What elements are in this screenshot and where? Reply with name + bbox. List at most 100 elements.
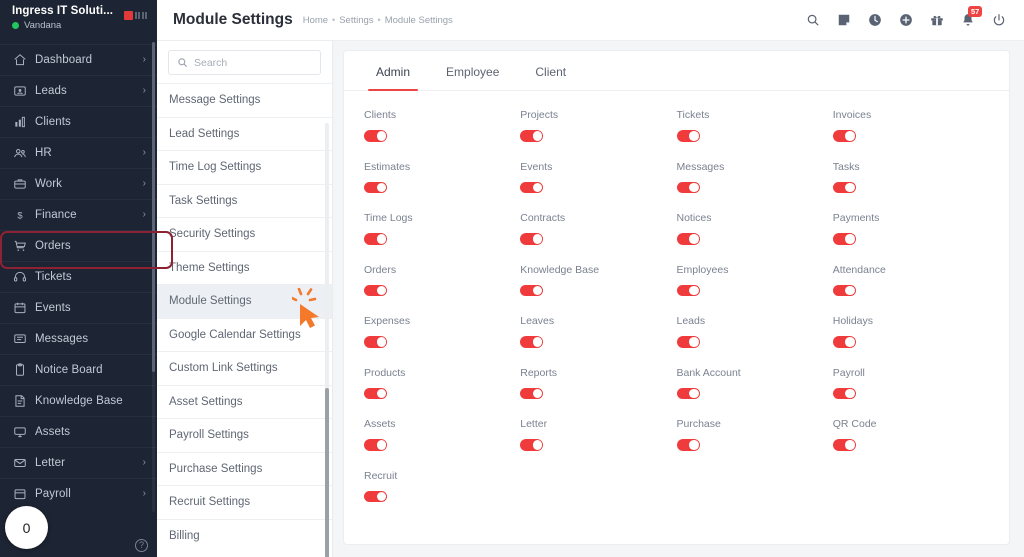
module-toggle-time-logs[interactable] xyxy=(364,233,387,245)
gift-icon[interactable] xyxy=(930,13,944,27)
module-cell: Purchase xyxy=(676,418,833,451)
module-toggle-recruit[interactable] xyxy=(364,490,387,502)
settings-item-custom-link-settings[interactable]: Custom Link Settings xyxy=(157,351,332,385)
sidebar-item-work[interactable]: Work › xyxy=(0,168,157,199)
module-toggle-messages[interactable] xyxy=(676,181,700,193)
toggle-knob xyxy=(376,491,386,501)
events-icon xyxy=(13,301,35,315)
bell-icon[interactable]: 57 xyxy=(961,6,983,27)
sidebar-item-finance[interactable]: $ Finance › xyxy=(0,199,157,230)
sidebar-item-events[interactable]: Events xyxy=(0,292,157,323)
sidebar-item-label: Knowledge Base xyxy=(35,395,123,407)
sidebar-scrollbar-thumb[interactable] xyxy=(152,42,155,372)
module-toggle-reports[interactable] xyxy=(520,387,544,399)
settings-item-asset-settings[interactable]: Asset Settings xyxy=(157,384,332,418)
sidebar-item-label: Dashboard xyxy=(35,54,93,66)
sidebar-item-label: Events xyxy=(35,302,71,314)
tab-admin[interactable]: Admin xyxy=(358,51,428,91)
work-icon xyxy=(13,177,35,191)
module-toggle-payroll[interactable] xyxy=(832,387,856,399)
sidebar-item-assets[interactable]: Assets xyxy=(0,416,157,447)
module-toggle-leaves[interactable] xyxy=(520,336,544,348)
module-toggle-bank-account[interactable] xyxy=(676,387,700,399)
module-cell: Knowledge Base xyxy=(520,264,676,296)
sidebar-item-orders[interactable]: Orders xyxy=(0,230,157,261)
main-area: Module Settings Home • Settings • Module Set… xyxy=(157,0,1024,557)
sidebar-item-payroll[interactable]: Payroll › xyxy=(0,478,157,509)
module-toggle-employees[interactable] xyxy=(676,284,700,296)
module-toggle-qr-code[interactable] xyxy=(832,439,856,451)
module-toggle-payments[interactable] xyxy=(832,233,856,245)
settings-item-purchase-settings[interactable]: Purchase Settings xyxy=(157,451,332,485)
module-toggle-leads[interactable] xyxy=(676,336,700,348)
sidebar-item-leads[interactable]: Leads › xyxy=(0,75,157,106)
power-icon[interactable] xyxy=(992,13,1006,27)
finance-icon: $ xyxy=(13,208,35,222)
settings-item-billing[interactable]: Billing xyxy=(157,518,332,552)
counter-badge[interactable]: 0 xyxy=(5,506,48,549)
module-toggle-expenses[interactable] xyxy=(364,336,387,348)
module-cell: Expenses xyxy=(364,315,520,348)
module-toggle-tickets[interactable] xyxy=(676,130,700,142)
help-icon[interactable]: ? xyxy=(135,539,148,552)
module-toggle-letter[interactable] xyxy=(520,439,544,451)
module-toggle-products[interactable] xyxy=(364,387,387,399)
top-bar-icons: 57 xyxy=(806,6,1006,27)
search-input[interactable] xyxy=(194,56,312,69)
sidebar-item-letter[interactable]: Letter › xyxy=(0,447,157,478)
settings-item-theme-settings[interactable]: Theme Settings xyxy=(157,250,332,284)
note-icon[interactable] xyxy=(837,13,851,27)
settings-item-module-settings[interactable]: Module Settings xyxy=(157,284,332,318)
settings-item-google-calendar-settings[interactable]: Google Calendar Settings xyxy=(157,317,332,351)
settings-item-payroll-settings[interactable]: Payroll Settings xyxy=(157,418,332,452)
sidebar-item-dashboard[interactable]: Dashboard › xyxy=(0,44,157,75)
module-toggle-attendance[interactable] xyxy=(832,284,856,296)
settings-item-lead-settings[interactable]: Lead Settings xyxy=(157,116,332,150)
search-icon[interactable] xyxy=(806,13,820,27)
module-label: Projects xyxy=(520,109,559,121)
sidebar-nav: Dashboard › Leads › Clients HR › Work › $ Finance ›… xyxy=(0,44,157,509)
module-toggle-events[interactable] xyxy=(520,181,544,193)
breadcrumb-item[interactable]: Module Settings xyxy=(385,15,453,26)
payroll-icon xyxy=(13,487,35,501)
module-toggle-assets[interactable] xyxy=(364,439,387,451)
module-toggle-orders[interactable] xyxy=(364,284,387,296)
chevron-right-icon: › xyxy=(142,178,146,189)
user-name: Vandana xyxy=(24,20,62,31)
module-toggle-estimates[interactable] xyxy=(364,181,387,193)
module-toggle-contracts[interactable] xyxy=(520,233,544,245)
module-toggle-purchase[interactable] xyxy=(676,439,700,451)
breadcrumb-item[interactable]: Home xyxy=(303,15,328,26)
sidebar-item-hr[interactable]: HR › xyxy=(0,137,157,168)
settings-item-security-settings[interactable]: Security Settings xyxy=(157,217,332,251)
module-toggle-holidays[interactable] xyxy=(832,336,856,348)
notification-count-badge: 57 xyxy=(968,6,983,17)
sidebar-item-tickets[interactable]: Tickets xyxy=(0,261,157,292)
settings-item-task-settings[interactable]: Task Settings xyxy=(157,183,332,217)
tab-client[interactable]: Client xyxy=(517,51,584,90)
sidebar-item-notice-board[interactable]: Notice Board xyxy=(0,354,157,385)
chevron-right-icon: › xyxy=(142,209,146,220)
module-label: Events xyxy=(520,160,553,173)
tab-employee[interactable]: Employee xyxy=(428,51,517,90)
settings-item-message-settings[interactable]: Message Settings xyxy=(157,83,332,117)
module-toggle-knowledge-base[interactable] xyxy=(520,284,544,296)
plus-circle-icon[interactable] xyxy=(899,13,913,27)
sidebar-item-knowledge-base[interactable]: Knowledge Base xyxy=(0,385,157,416)
module-toggle-clients[interactable] xyxy=(364,130,387,142)
sidebar-item-messages[interactable]: Messages xyxy=(0,323,157,354)
settings-scrollbar-thumb[interactable] xyxy=(325,388,329,557)
module-toggle-tasks[interactable] xyxy=(832,181,856,193)
settings-search-box[interactable] xyxy=(168,50,321,75)
module-toggle-invoices[interactable] xyxy=(832,130,856,142)
settings-item-time-log-settings[interactable]: Time Log Settings xyxy=(157,150,332,184)
module-toggle-projects[interactable] xyxy=(520,130,544,142)
module-cell: Recruit xyxy=(364,470,520,502)
sidebar-item-clients[interactable]: Clients xyxy=(0,106,157,137)
settings-item-recruit-settings[interactable]: Recruit Settings xyxy=(157,485,332,519)
module-toggle-notices[interactable] xyxy=(676,233,700,245)
breadcrumb-item[interactable]: Settings xyxy=(339,15,373,26)
module-cell: Events xyxy=(520,160,676,193)
clock-icon[interactable] xyxy=(868,13,882,27)
module-cell: Invoices xyxy=(832,109,989,142)
